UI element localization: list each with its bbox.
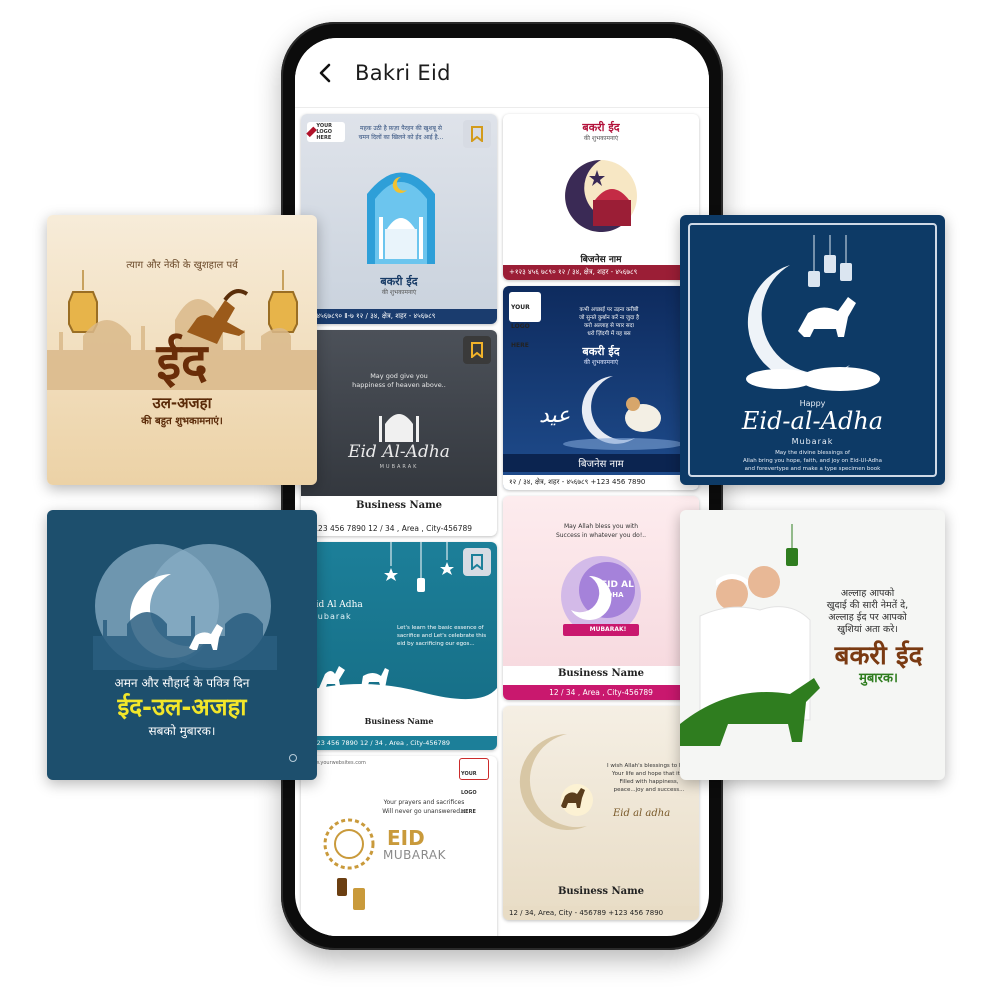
app-bar: Bakri Eid <box>295 38 709 108</box>
template-card[interactable]: www.yourwebsites.com YOUR LOGO HERE Your… <box>301 756 497 936</box>
crescent-goat-illustration <box>519 734 593 830</box>
logo-placeholder: YOUR LOGO HERE <box>306 122 345 142</box>
template-card[interactable]: YOUR LOGO HERE कभी अच्छाई पर उड़ना करीबी… <box>503 286 699 490</box>
template-card-happy-eid-al-adha[interactable]: Happy Eid-al-Adha Mubarak May the divine… <box>680 215 945 485</box>
card-title: Eid-al-Adha <box>741 407 884 435</box>
template-card-eid-ul-adha[interactable]: त्याग और नेकी के खुशहाल पर्व ईद उल-अजहा … <box>47 215 317 485</box>
bookmark-icon <box>471 554 483 570</box>
business-name: Business Name <box>557 668 645 679</box>
template-card[interactable]: May god give you happiness of heaven abo… <box>301 330 497 536</box>
logo-placeholder: YOUR LOGO HERE <box>509 292 541 349</box>
bookmark-button[interactable] <box>463 336 491 364</box>
mosque-illustration <box>367 172 435 264</box>
template-card[interactable]: I wish Allah's blessings to light Your l… <box>503 706 699 920</box>
embracing-men-goat-illustration <box>680 524 820 746</box>
card-footer: 12 / 34, Area, City - 456789 +123 456 78… <box>503 906 699 920</box>
crescent-mosque-illustration <box>565 160 637 232</box>
card-title: ईद <box>156 333 208 391</box>
template-card[interactable]: Eid Al Adha mubarak Let's learn the basi… <box>301 542 497 750</box>
phone-screen: Bakri Eid YOUR LOGO HERE महक उठी है फ़ज़… <box>295 38 709 936</box>
business-name: Business Name <box>557 886 645 897</box>
template-card[interactable]: बकरी ईद की शुभकामनाएं बिजनेस नाम +१२३ ४५… <box>503 114 699 280</box>
business-name: बिजनेस नाम <box>580 255 622 265</box>
indicator-dot <box>289 754 297 762</box>
svg-text:ﻋﻴﺪ: ﻋﻴﺪ <box>539 403 570 428</box>
crescent-goat-clouds-illustration <box>746 235 880 391</box>
mandala-lantern-illustration <box>323 818 375 910</box>
template-card[interactable]: YOUR LOGO HERE महक उठी है फ़ज़ा पैरहन की… <box>301 114 497 324</box>
page-title: Bakri Eid <box>355 60 451 85</box>
logo-placeholder: YOUR LOGO HERE <box>459 758 489 815</box>
bookmark-icon <box>471 126 483 142</box>
card-footer: १२ / ३४, क्षेत्र, शहर - ४५६७८९ +123 456 … <box>503 475 699 490</box>
card-footer: 12 / 34 , Area , City-456789 <box>503 685 699 700</box>
card-footer: २३ ४५६७८९० Ⅱ-७ १२ / ३४, क्षेत्र, शहर - ४… <box>301 309 497 324</box>
hanging-lanterns-icon <box>384 542 454 592</box>
card-title: Eid Al Adha <box>309 600 363 610</box>
card-title: EID <box>387 826 425 850</box>
crescent-ram-illustration: ﻋﻴﺪ <box>539 376 683 450</box>
phone-frame: Bakri Eid YOUR LOGO HERE महक उठी है फ़ज़… <box>281 22 723 950</box>
card-title: EID AL <box>601 580 634 590</box>
business-name: Business Name <box>364 716 434 726</box>
bookmark-button[interactable] <box>463 548 491 576</box>
business-name: बिजनेस नाम <box>578 459 624 470</box>
stage: Bakri Eid YOUR LOGO HERE महक उठी है फ़ज़… <box>0 0 994 994</box>
bookmark-icon <box>471 342 483 358</box>
card-title: बकरी ईद <box>834 641 923 671</box>
mosque-icon <box>379 414 419 442</box>
script-title: Eid Al-Adha <box>348 442 450 462</box>
card-footer: +123 456 7890 12 / 34 , Area , City-4567… <box>301 521 497 536</box>
business-name: Business Name <box>355 500 443 511</box>
template-grid: YOUR LOGO HERE महक उठी है फ़ज़ा पैरहन की… <box>301 114 703 936</box>
camel-goat-illustration <box>301 666 497 710</box>
template-card-bakri-eid-mubarak[interactable]: अल्लाह आपको खुदाई की सारी नेमतें दे, अल्… <box>680 510 945 780</box>
script-title: Eid al adha <box>613 808 671 819</box>
bookmark-button[interactable] <box>463 120 491 148</box>
card-footer: +123 456 7890 12 / 34 , Area , City-4567… <box>301 736 497 750</box>
template-card[interactable]: May Allah bless you with Success in what… <box>503 496 699 700</box>
back-arrow-icon <box>319 63 331 82</box>
card-footer: +१२३ ४५६ ७८९० १२ / ३४, क्षेत्र, शहर - ४५… <box>503 265 699 280</box>
template-card-eid-ul-ajha[interactable]: अमन और सौहार्द के पवित्र दिन ईद-उल-अजहा … <box>47 510 317 780</box>
card-title: बकरी ईद <box>582 121 620 134</box>
back-button[interactable] <box>299 46 353 100</box>
card-title: बकरी ईद <box>380 275 418 288</box>
crescent-goat-illustration <box>93 544 277 670</box>
card-title: ईद-उल-अजहा <box>117 693 247 721</box>
card-title: बकरी ईद <box>582 345 620 358</box>
